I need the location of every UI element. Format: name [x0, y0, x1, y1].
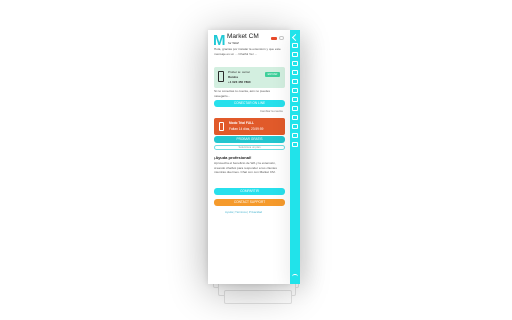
- connection-line-2: Ruidos: [228, 75, 239, 79]
- trial-card: Modo Trial FULL Faltan 14 días, 23:59:59: [214, 118, 285, 135]
- promo-text: Aprovecha el beneficio de WA y la extens…: [214, 161, 277, 175]
- extension-panel: M Market CM for WAZ Hola, gracias por in…: [208, 30, 290, 284]
- contact-support-button[interactable]: CONTACT SUPPORT: [214, 199, 285, 206]
- sidebar-toolbar: [290, 30, 300, 284]
- trial-line-2: Faltan 14 días, 23:59:59: [229, 127, 264, 131]
- document-icon[interactable]: [292, 97, 298, 102]
- stacked-card-back-1: [224, 290, 292, 304]
- settings-icon[interactable]: [292, 115, 298, 120]
- collapse-chevron-icon[interactable]: [291, 33, 300, 42]
- wifi-icon: [292, 274, 298, 279]
- connection-line-3: +1 023 456 7890: [228, 80, 251, 84]
- calendar-icon[interactable]: [292, 70, 298, 75]
- contacts-icon[interactable]: [292, 61, 298, 66]
- connection-send-button[interactable]: ENVIAR: [265, 72, 280, 77]
- language-toggle-icon[interactable]: [279, 36, 284, 40]
- connection-card: Prober te: cerrar Ruidos +1 023 456 7890…: [214, 67, 285, 88]
- change-account-link[interactable]: Cambiar la cuenta: [260, 109, 283, 113]
- trial-line-1: Modo Trial FULL: [229, 121, 254, 125]
- message-icon[interactable]: [292, 79, 298, 84]
- connect-button[interactable]: CONECTAR ON LINE: [214, 100, 285, 107]
- bell-icon[interactable]: [292, 106, 298, 111]
- app-title: Market CM: [227, 33, 259, 40]
- clipboard-icon[interactable]: [292, 88, 298, 93]
- footer-links[interactable]: Ayuda | Términos | Privacidad: [225, 210, 262, 214]
- list-icon[interactable]: [292, 142, 298, 147]
- promo-title: ¡Ayuda profesional!: [214, 155, 252, 160]
- help-icon[interactable]: [292, 124, 298, 129]
- plan-select[interactable]: Selecciona un plan: [214, 145, 285, 150]
- note-text: Si no conectas tu cuenta, aún no puedes …: [214, 89, 271, 98]
- connection-line-1: Prober te: cerrar: [228, 70, 250, 74]
- share-button[interactable]: COMPARTIR: [214, 188, 285, 195]
- tag-icon[interactable]: [292, 52, 298, 57]
- flag-icon[interactable]: [271, 37, 277, 40]
- upgrade-button[interactable]: PROBAR GRATIS: [214, 136, 285, 143]
- intro-text: Hola, gracias por instalar la extensión …: [214, 47, 281, 56]
- chat-icon[interactable]: [292, 43, 298, 48]
- app-subtitle: for WAZ: [228, 41, 239, 45]
- hourglass-icon: [219, 122, 224, 131]
- phone-icon: [218, 71, 224, 82]
- star-icon[interactable]: [292, 133, 298, 138]
